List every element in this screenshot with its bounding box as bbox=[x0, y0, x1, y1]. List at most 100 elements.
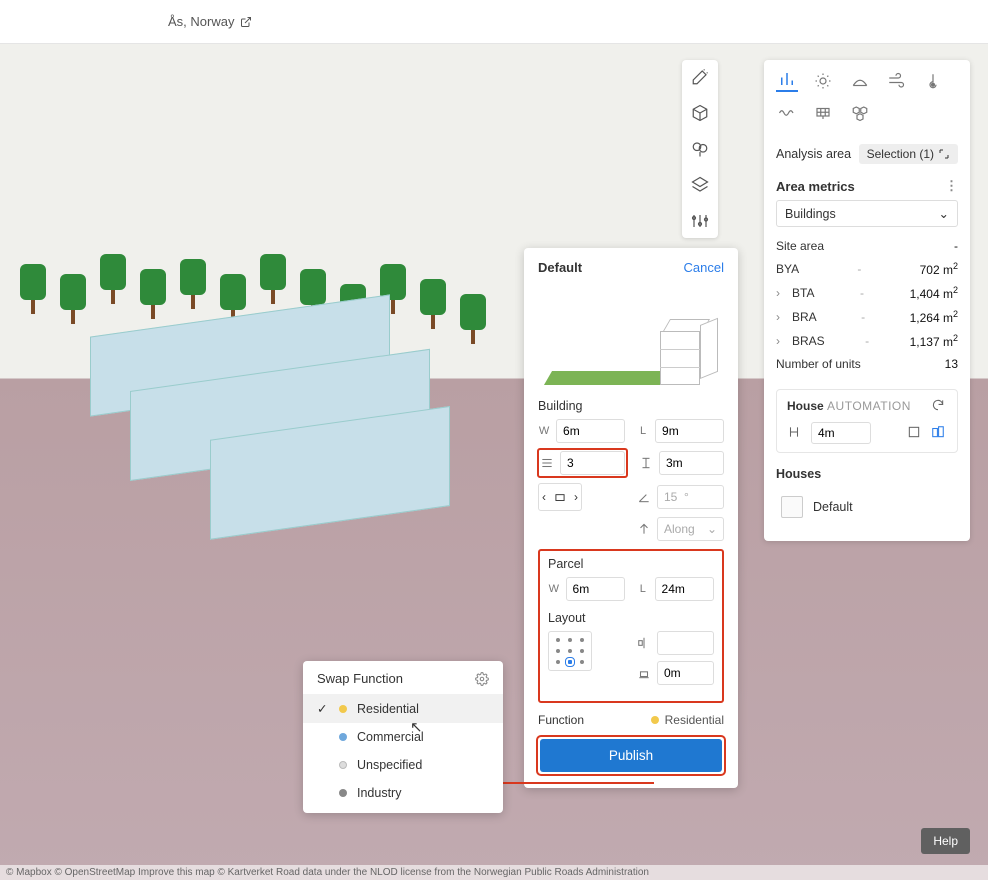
swap-item-unspecified[interactable]: Unspecified bbox=[303, 751, 503, 779]
metric-row[interactable]: ›BTA-1,404 m2 bbox=[776, 281, 958, 305]
tool-strip bbox=[682, 60, 718, 238]
building-panel: Default Cancel Building W L ‹ › bbox=[524, 248, 738, 788]
metric-label: Site area bbox=[776, 239, 824, 253]
location-breadcrumb[interactable]: Ås, Norway bbox=[168, 14, 252, 29]
swap-item-industry[interactable]: Industry bbox=[303, 779, 503, 807]
annotation-arrow bbox=[484, 782, 654, 784]
mirror-input[interactable] bbox=[657, 631, 714, 655]
house-subtitle: AUTOMATION bbox=[827, 399, 911, 413]
anchor-grid-picker[interactable] bbox=[548, 631, 592, 671]
swap-item-commercial[interactable]: Commercial bbox=[303, 723, 503, 751]
spacing-icon bbox=[787, 425, 803, 441]
help-button[interactable]: Help bbox=[921, 828, 970, 854]
analysis-area-label: Analysis area bbox=[776, 147, 851, 161]
building-header: Building bbox=[538, 399, 724, 413]
offset-icon bbox=[637, 661, 651, 685]
wand-icon[interactable] bbox=[689, 66, 711, 88]
view-outline-icon[interactable] bbox=[907, 425, 923, 441]
parcel-length-input[interactable] bbox=[655, 577, 714, 601]
parcel-width-input[interactable] bbox=[566, 577, 625, 601]
layers-icon[interactable] bbox=[689, 174, 711, 196]
length-icon: L bbox=[637, 425, 649, 437]
color-dot bbox=[339, 761, 347, 769]
parcel-header: Parcel bbox=[548, 557, 714, 571]
cancel-button[interactable]: Cancel bbox=[684, 260, 724, 275]
parcel-width-icon: W bbox=[548, 583, 560, 595]
roof-angle-input[interactable] bbox=[657, 485, 724, 509]
ridge-orientation-select[interactable]: Along⌄ bbox=[657, 517, 724, 541]
width-icon: W bbox=[538, 425, 550, 437]
swap-item-label: Residential bbox=[357, 702, 419, 716]
parcel-layout-highlight: Parcel W L Layout bbox=[538, 549, 724, 703]
function-value[interactable]: Residential bbox=[651, 713, 724, 727]
swap-item-label: Commercial bbox=[357, 730, 424, 744]
metric-value: 702 m2 bbox=[920, 261, 958, 277]
topbar: Ås, Norway bbox=[0, 0, 988, 44]
mirror-icon bbox=[637, 631, 651, 655]
metric-row[interactable]: ›BRAS-1,137 m2 bbox=[776, 329, 958, 353]
publish-button[interactable]: Publish bbox=[540, 739, 722, 772]
metric-row[interactable]: ›BRA-1,264 m2 bbox=[776, 305, 958, 329]
roof-flat-icon bbox=[552, 490, 568, 504]
building-width-input[interactable] bbox=[556, 419, 625, 443]
swap-item-residential[interactable]: ✓ Residential bbox=[303, 694, 503, 723]
wave-icon[interactable] bbox=[776, 102, 798, 124]
selection-chip[interactable]: Selection (1) bbox=[859, 144, 958, 164]
house-automation-box: House AUTOMATION bbox=[776, 389, 958, 453]
angle-icon bbox=[637, 490, 651, 504]
expand-icon bbox=[938, 148, 950, 160]
bars-icon[interactable] bbox=[776, 70, 798, 92]
chevron-right-icon: › bbox=[776, 310, 786, 324]
cube-icon[interactable] bbox=[689, 102, 711, 124]
view-fill-icon[interactable] bbox=[931, 425, 947, 441]
offset-input[interactable] bbox=[657, 661, 714, 685]
publish-highlight: Publish bbox=[538, 737, 724, 774]
refresh-icon[interactable] bbox=[931, 398, 947, 414]
wind-icon[interactable] bbox=[885, 70, 907, 92]
metric-label: BYA bbox=[776, 262, 799, 276]
metric-value: - bbox=[954, 239, 958, 253]
more-icon[interactable]: ⋮ bbox=[945, 178, 958, 194]
roof-shape-picker[interactable]: ‹ › bbox=[538, 483, 582, 511]
cluster-icon[interactable] bbox=[849, 102, 871, 124]
swap-item-label: Industry bbox=[357, 786, 401, 800]
function-label: Function bbox=[538, 713, 584, 727]
metric-value: 1,264 m2 bbox=[910, 309, 958, 325]
house-spacing-input[interactable] bbox=[811, 422, 871, 444]
map-attribution: © Mapbox © OpenStreetMap Improve this ma… bbox=[0, 865, 988, 880]
chevron-right-icon: › bbox=[776, 334, 786, 348]
sliders-icon[interactable] bbox=[689, 210, 711, 232]
check-icon: ✓ bbox=[317, 701, 329, 716]
house-item-default[interactable]: Default bbox=[776, 487, 958, 527]
chevron-down-icon: ⌄ bbox=[939, 206, 949, 221]
metric-label: BRA bbox=[792, 310, 817, 324]
temperature-icon[interactable] bbox=[922, 70, 944, 92]
building-length-input[interactable] bbox=[655, 419, 724, 443]
color-dot bbox=[339, 789, 347, 797]
external-link-icon bbox=[240, 16, 252, 28]
noise-icon[interactable] bbox=[849, 70, 871, 92]
solar-panel-icon[interactable] bbox=[812, 102, 834, 124]
chevron-right-icon[interactable]: › bbox=[574, 490, 578, 504]
parcel-length-icon: L bbox=[637, 583, 649, 595]
floor-height-input[interactable] bbox=[659, 451, 724, 475]
sun-icon[interactable] bbox=[812, 70, 834, 92]
swap-item-label: Unspecified bbox=[357, 758, 422, 772]
gear-icon[interactable] bbox=[475, 672, 489, 686]
metrics-dropdown[interactable]: Buildings ⌄ bbox=[776, 200, 958, 227]
floor-height-icon bbox=[639, 456, 653, 470]
building-preview bbox=[538, 285, 724, 385]
metric-label: BRAS bbox=[792, 334, 825, 348]
metric-label: Number of units bbox=[776, 357, 861, 371]
house-title: House bbox=[787, 399, 824, 413]
metric-value: 1,137 m2 bbox=[910, 333, 958, 349]
metric-value: 1,404 m2 bbox=[910, 285, 958, 301]
houses-header: Houses bbox=[776, 467, 958, 481]
building-floors-input[interactable] bbox=[560, 451, 625, 475]
metric-label: BTA bbox=[792, 286, 814, 300]
function-color-dot bbox=[651, 716, 659, 724]
chevron-down-icon: ⌄ bbox=[707, 522, 717, 536]
chevron-left-icon[interactable]: ‹ bbox=[542, 490, 546, 504]
tree-icon[interactable] bbox=[689, 138, 711, 160]
metric-row: BYA-702 m2 bbox=[776, 257, 958, 281]
